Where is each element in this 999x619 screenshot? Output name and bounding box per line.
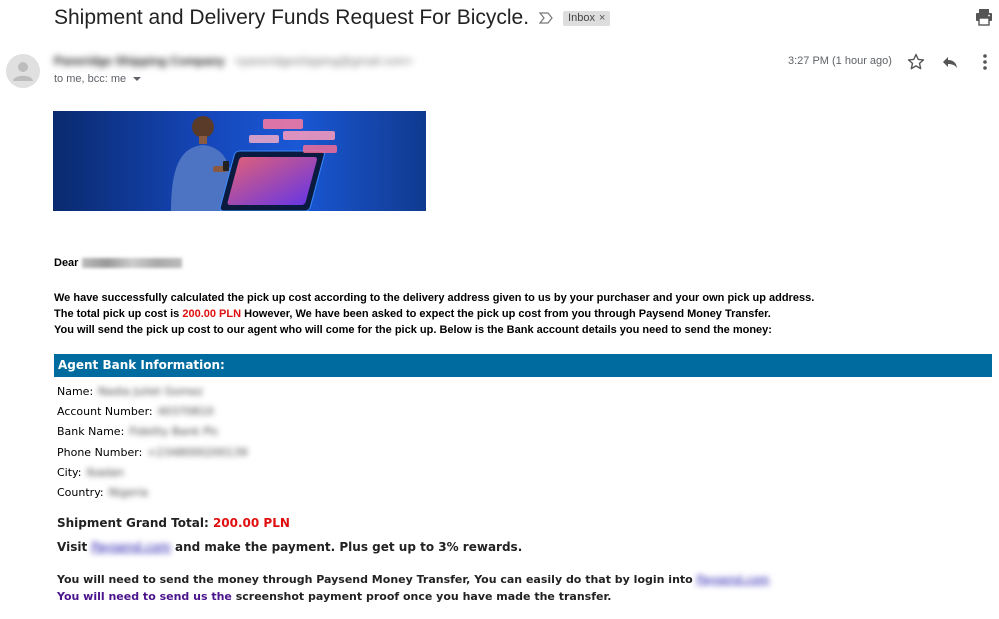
promo-banner-image: [53, 111, 426, 211]
body-line-1: We have successfully calculated the pick…: [54, 292, 815, 304]
footer-line-1: You will need to send the money through …: [57, 573, 769, 586]
city-label: City:: [57, 466, 82, 479]
recipients-text: to me, bcc: me: [54, 73, 127, 85]
remove-label-icon[interactable]: ×: [599, 12, 605, 24]
bank-name-row: Name: Nadia Juliet Gomez: [57, 385, 203, 398]
country-row: Country: Nigeria: [57, 486, 148, 499]
footer-line-1-text: You will need to send the money through …: [57, 573, 697, 586]
body-line-3: You will send the pick up cost to our ag…: [54, 324, 772, 336]
account-number-row: Account Number: 40370810: [57, 405, 214, 418]
account-number-label: Account Number:: [57, 405, 153, 418]
inbox-label: Inbox ×: [563, 10, 611, 26]
visit-prefix: Visit: [57, 540, 92, 554]
city-value: Ibadan: [86, 466, 125, 479]
bank-name-label: Bank Name:: [57, 425, 125, 438]
footer-line-2-a: You will need to send us the: [57, 590, 232, 603]
grand-total-line: Shipment Grand Total: 200.00 PLN: [57, 516, 290, 530]
email-subject: Shipment and Delivery Funds Request For …: [54, 6, 530, 29]
login-site-link[interactable]: Paysend.com: [697, 573, 770, 586]
footer-line-2: You will need to send us the screenshot …: [57, 590, 611, 603]
account-number-value: 40370810: [157, 405, 214, 418]
sender-avatar[interactable]: [6, 54, 40, 88]
country-label: Country:: [57, 486, 104, 499]
print-icon[interactable]: [975, 8, 993, 26]
redacted-recipient-name: [82, 258, 183, 268]
sender-email: <paneridgeshipping@gmail.com>: [234, 54, 413, 68]
country-value: Nigeria: [108, 486, 148, 499]
subject-row: Shipment and Delivery Funds Request For …: [54, 6, 611, 30]
holder-name-value: Nadia Juliet Gomez: [98, 385, 203, 398]
visit-line: Visit Paysend.com and make the payment. …: [57, 540, 522, 554]
line2-suffix: However, We have been asked to expect th…: [241, 308, 771, 320]
body-line-2: The total pick up cost is 200.00 PLN How…: [54, 306, 814, 322]
show-details-caret-icon[interactable]: [133, 77, 142, 81]
phone-number-row: Phone Number: +2348000200139: [57, 446, 247, 459]
payment-site-link[interactable]: Paysend.com: [91, 540, 170, 554]
sender-line: Paneridge Shipping Company <paneridgeshi…: [54, 54, 413, 68]
inbox-label-text: Inbox: [568, 11, 595, 24]
line2-prefix: The total pick up cost is: [54, 308, 183, 320]
star-icon[interactable]: [906, 52, 926, 72]
holder-name-label: Name:: [57, 385, 94, 398]
recipients-line: to me, bcc: me: [54, 73, 142, 85]
greeting-line: Dear: [54, 257, 183, 269]
grand-total-amount: 200.00 PLN: [212, 516, 290, 530]
bank-name-field-row: Bank Name: Fidelity Bank Plc: [57, 425, 219, 438]
visit-suffix: and make the payment. Plus get up to 3% …: [170, 540, 523, 554]
body-paragraph: We have successfully calculated the pick…: [54, 290, 814, 338]
important-marker-icon[interactable]: [539, 11, 553, 25]
greeting-text: Dear: [54, 257, 79, 269]
phone-number-value: +2348000200139: [147, 446, 248, 459]
avatar-person-icon: [13, 62, 33, 81]
bank-name-value: Fidelity Bank Plc: [129, 425, 219, 438]
phone-number-label: Phone Number:: [57, 446, 143, 459]
pickup-cost-amount: 200.00 PLN: [182, 308, 242, 320]
city-row: City: Ibadan: [57, 466, 124, 479]
reply-icon[interactable]: [941, 53, 959, 71]
grand-total-label: Shipment Grand Total:: [57, 516, 213, 530]
more-options-icon[interactable]: [978, 52, 992, 72]
bank-info-header: Agent Bank Information:: [54, 354, 992, 377]
sender-name[interactable]: Paneridge Shipping Company: [54, 54, 225, 68]
banner-illustration: [171, 116, 337, 211]
email-timestamp: 3:27 PM (1 hour ago): [788, 55, 892, 67]
footer-line-2-b: screenshot payment proof once you have m…: [231, 590, 612, 603]
